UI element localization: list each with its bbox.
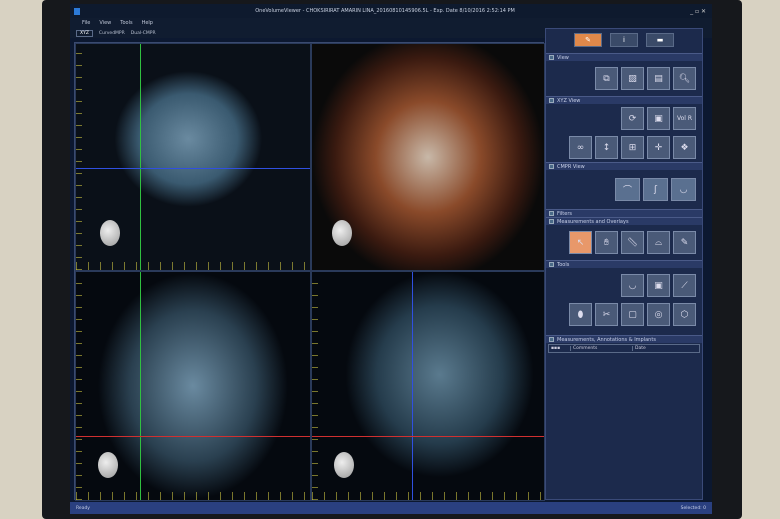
menu-tools[interactable]: Tools bbox=[120, 20, 132, 26]
section-annotations-implants[interactable]: Measurements, Annotations & Implants bbox=[546, 335, 702, 343]
menu-bar: File View Tools Help bbox=[70, 18, 712, 28]
measure-distance-icon[interactable]: 📏︎ bbox=[621, 231, 644, 254]
layout-icon[interactable]: ⧉ bbox=[595, 67, 618, 90]
title-bar: OneVolumeViewer - CHOKSIRIRAT AMARIN LIN… bbox=[70, 4, 712, 18]
status-bar: Ready Selected: 0 bbox=[70, 502, 712, 514]
folder-tab-icon[interactable]: ▬ bbox=[646, 33, 674, 47]
crosshair-horizontal[interactable] bbox=[76, 436, 310, 437]
link-icon[interactable]: ∞ bbox=[569, 136, 592, 159]
sync-icon[interactable]: ↕ bbox=[595, 136, 618, 159]
coronal-view[interactable] bbox=[75, 271, 311, 501]
curve-icon[interactable]: ʃ bbox=[643, 178, 668, 201]
annotate-icon[interactable]: ✎ bbox=[673, 231, 696, 254]
window-title: OneVolumeViewer - CHOKSIRIRAT AMARIN LIN… bbox=[255, 8, 515, 14]
section-filters[interactable]: Filters bbox=[546, 209, 702, 217]
ruler bbox=[76, 272, 82, 500]
orientation-head-icon bbox=[332, 220, 352, 246]
tab-xyz[interactable]: XYZ bbox=[76, 29, 93, 37]
ruler bbox=[76, 262, 310, 270]
tool-panel: ✎ i ▬ View ⧉ ▨ ▤ 🔍︎ XYZ View ⟳ ▣ Vol R ∞… bbox=[545, 28, 703, 500]
arch-curve-icon[interactable]: ◡ bbox=[621, 274, 644, 297]
3d-render-icon[interactable]: ❖ bbox=[673, 136, 696, 159]
sagittal-view[interactable] bbox=[311, 271, 545, 501]
ruler bbox=[312, 272, 318, 500]
axial-view[interactable] bbox=[75, 43, 311, 271]
vol-r-button[interactable]: Vol R bbox=[673, 107, 696, 130]
tab-dual-cmpr[interactable]: Dual-CMPR bbox=[131, 31, 156, 36]
status-text: Ready bbox=[76, 505, 90, 511]
section-xyz-view[interactable]: XYZ View bbox=[546, 96, 702, 104]
viewport-grid bbox=[74, 42, 545, 501]
crosshair-vertical[interactable] bbox=[140, 272, 141, 500]
section-tools[interactable]: Tools bbox=[546, 260, 702, 268]
edit-tab-icon[interactable]: ✎ bbox=[574, 33, 602, 47]
pointer-icon[interactable]: ↖ bbox=[569, 231, 592, 254]
axes-icon[interactable]: ✛ bbox=[647, 136, 670, 159]
crop-icon[interactable]: ✂ bbox=[595, 303, 618, 326]
menu-file[interactable]: File bbox=[82, 20, 90, 26]
reslice-icon[interactable]: ▣ bbox=[647, 107, 670, 130]
column-comments[interactable]: Comments bbox=[571, 346, 633, 351]
orientation-head-icon bbox=[334, 452, 354, 478]
nerve-icon[interactable]: ⟋ bbox=[673, 274, 696, 297]
app-window: OneVolumeViewer - CHOKSIRIRAT AMARIN LIN… bbox=[70, 4, 712, 514]
curve-icon[interactable]: ⌒ bbox=[615, 178, 640, 201]
column-date[interactable]: Date bbox=[633, 346, 699, 351]
implant-icon[interactable]: ⬮ bbox=[569, 303, 592, 326]
box-icon[interactable]: ▢ bbox=[621, 303, 644, 326]
rotate-icon[interactable]: ⟳ bbox=[621, 107, 644, 130]
ruler bbox=[76, 44, 82, 270]
crosshair-horizontal[interactable] bbox=[312, 436, 544, 437]
crosshair-vertical[interactable] bbox=[412, 272, 413, 500]
orientation-head-icon bbox=[100, 220, 120, 246]
menu-help[interactable]: Help bbox=[142, 20, 153, 26]
info-tab-icon[interactable]: i bbox=[610, 33, 638, 47]
selected-count: Selected: 0 bbox=[680, 505, 706, 511]
crosshair-vertical[interactable] bbox=[140, 44, 141, 270]
crosshair-horizontal[interactable] bbox=[76, 168, 310, 169]
ruler bbox=[312, 492, 544, 500]
section-measurements-overlays[interactable]: Measurements and Overlays bbox=[546, 217, 702, 225]
menu-view[interactable]: View bbox=[99, 20, 111, 26]
tab-curvedmpr[interactable]: CurvedMPR bbox=[99, 31, 125, 36]
section-cmpr-view[interactable]: CMPR View bbox=[546, 162, 702, 170]
pan-hand-icon[interactable]: ✋︎ bbox=[595, 231, 618, 254]
image-icon[interactable]: ▨ bbox=[621, 67, 644, 90]
film-icon[interactable]: ▤ bbox=[647, 67, 670, 90]
cube-icon[interactable]: ⬡ bbox=[673, 303, 696, 326]
annotations-table-header: ▪▪▪ Comments Date bbox=[548, 344, 700, 353]
snapshot-icon[interactable]: ▣ bbox=[647, 274, 670, 297]
3d-volume-view[interactable] bbox=[311, 43, 545, 271]
camera-icon[interactable]: ◎ bbox=[647, 303, 670, 326]
align-icon[interactable]: ⊞ bbox=[621, 136, 644, 159]
window-controls[interactable]: _ ▫ ✕ bbox=[690, 8, 706, 15]
section-view[interactable]: View bbox=[546, 53, 702, 61]
orientation-head-icon bbox=[98, 452, 118, 478]
curve-icon[interactable]: ◡ bbox=[671, 178, 696, 201]
column-icons: ▪▪▪ bbox=[549, 346, 571, 351]
zoom-icon[interactable]: 🔍︎ bbox=[673, 67, 696, 90]
angle-icon[interactable]: ⌓ bbox=[647, 231, 670, 254]
ruler bbox=[76, 492, 310, 500]
